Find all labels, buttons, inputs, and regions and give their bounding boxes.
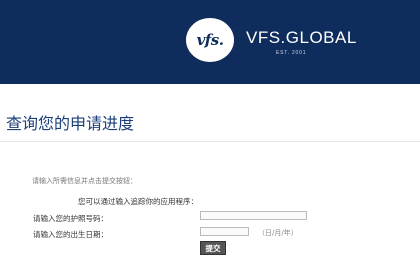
title-divider xyxy=(0,141,420,142)
date-format-hint: （日/月/年） xyxy=(258,229,298,237)
site-header: vfs. VFS.GLOBAL EST. 2001 xyxy=(0,0,420,84)
form-instruction: 请输入所需信息并点击提交按钮： xyxy=(32,177,137,185)
brand-established: EST. 2001 xyxy=(276,50,307,56)
vfs-logo-icon[interactable]: vfs. xyxy=(186,18,234,62)
passport-label: 请输入您的护照号码： xyxy=(33,214,108,223)
passport-number-input[interactable] xyxy=(200,211,307,220)
date-of-birth-input[interactable] xyxy=(200,227,249,236)
brand-name: VFS.GLOBAL xyxy=(246,28,357,47)
form-subheading: 您可以通过输入追踪你的应用程序： xyxy=(78,197,198,206)
dob-label: 请输入您的出生日期： xyxy=(33,230,108,239)
submit-button[interactable]: 提交 xyxy=(200,241,226,255)
page-title: 查询您的申请进度 xyxy=(6,114,135,133)
